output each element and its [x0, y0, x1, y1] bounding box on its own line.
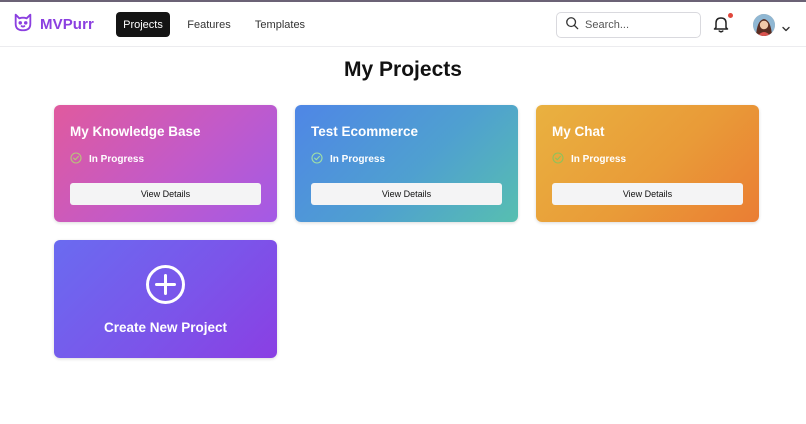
search-icon — [565, 16, 579, 35]
avatar[interactable] — [753, 14, 775, 36]
project-card: My Chat In Progress View Details — [536, 105, 759, 222]
nav-item-features[interactable]: Features — [182, 12, 236, 37]
search-box[interactable] — [556, 12, 701, 38]
project-card: Test Ecommerce In Progress View Details — [295, 105, 518, 222]
project-title: My Knowledge Base — [70, 124, 201, 139]
check-circle-icon — [311, 152, 330, 167]
top-navbar: MVPurr Projects Features Templates — [0, 2, 806, 47]
cat-icon — [12, 11, 34, 38]
status-text: In Progress — [89, 154, 145, 165]
view-details-button[interactable]: View Details — [552, 183, 743, 205]
chevron-down-icon[interactable] — [781, 20, 791, 32]
create-project-card[interactable]: Create New Project — [54, 240, 277, 358]
brand[interactable]: MVPurr — [12, 12, 94, 36]
status-text: In Progress — [330, 154, 386, 165]
nav-item-templates[interactable]: Templates — [249, 12, 311, 37]
project-title: My Chat — [552, 124, 605, 139]
status-badge: In Progress — [311, 152, 385, 167]
brand-name: MVPurr — [40, 15, 94, 33]
page-title: My Projects — [344, 58, 462, 81]
notification-dot — [728, 13, 733, 18]
view-details-button[interactable]: View Details — [70, 183, 261, 205]
view-details-button[interactable]: View Details — [311, 183, 502, 205]
check-circle-icon — [70, 152, 89, 167]
status-badge: In Progress — [70, 152, 144, 167]
project-title: Test Ecommerce — [311, 124, 419, 139]
project-card: My Knowledge Base In Progress View Detai… — [54, 105, 277, 222]
status-text: In Progress — [571, 154, 627, 165]
search-input[interactable] — [585, 19, 695, 31]
create-project-label: Create New Project — [103, 320, 228, 335]
nav-item-projects[interactable]: Projects — [116, 12, 170, 37]
status-badge: In Progress — [552, 152, 626, 167]
plus-circle-icon — [145, 264, 186, 305]
check-circle-icon — [552, 152, 571, 167]
